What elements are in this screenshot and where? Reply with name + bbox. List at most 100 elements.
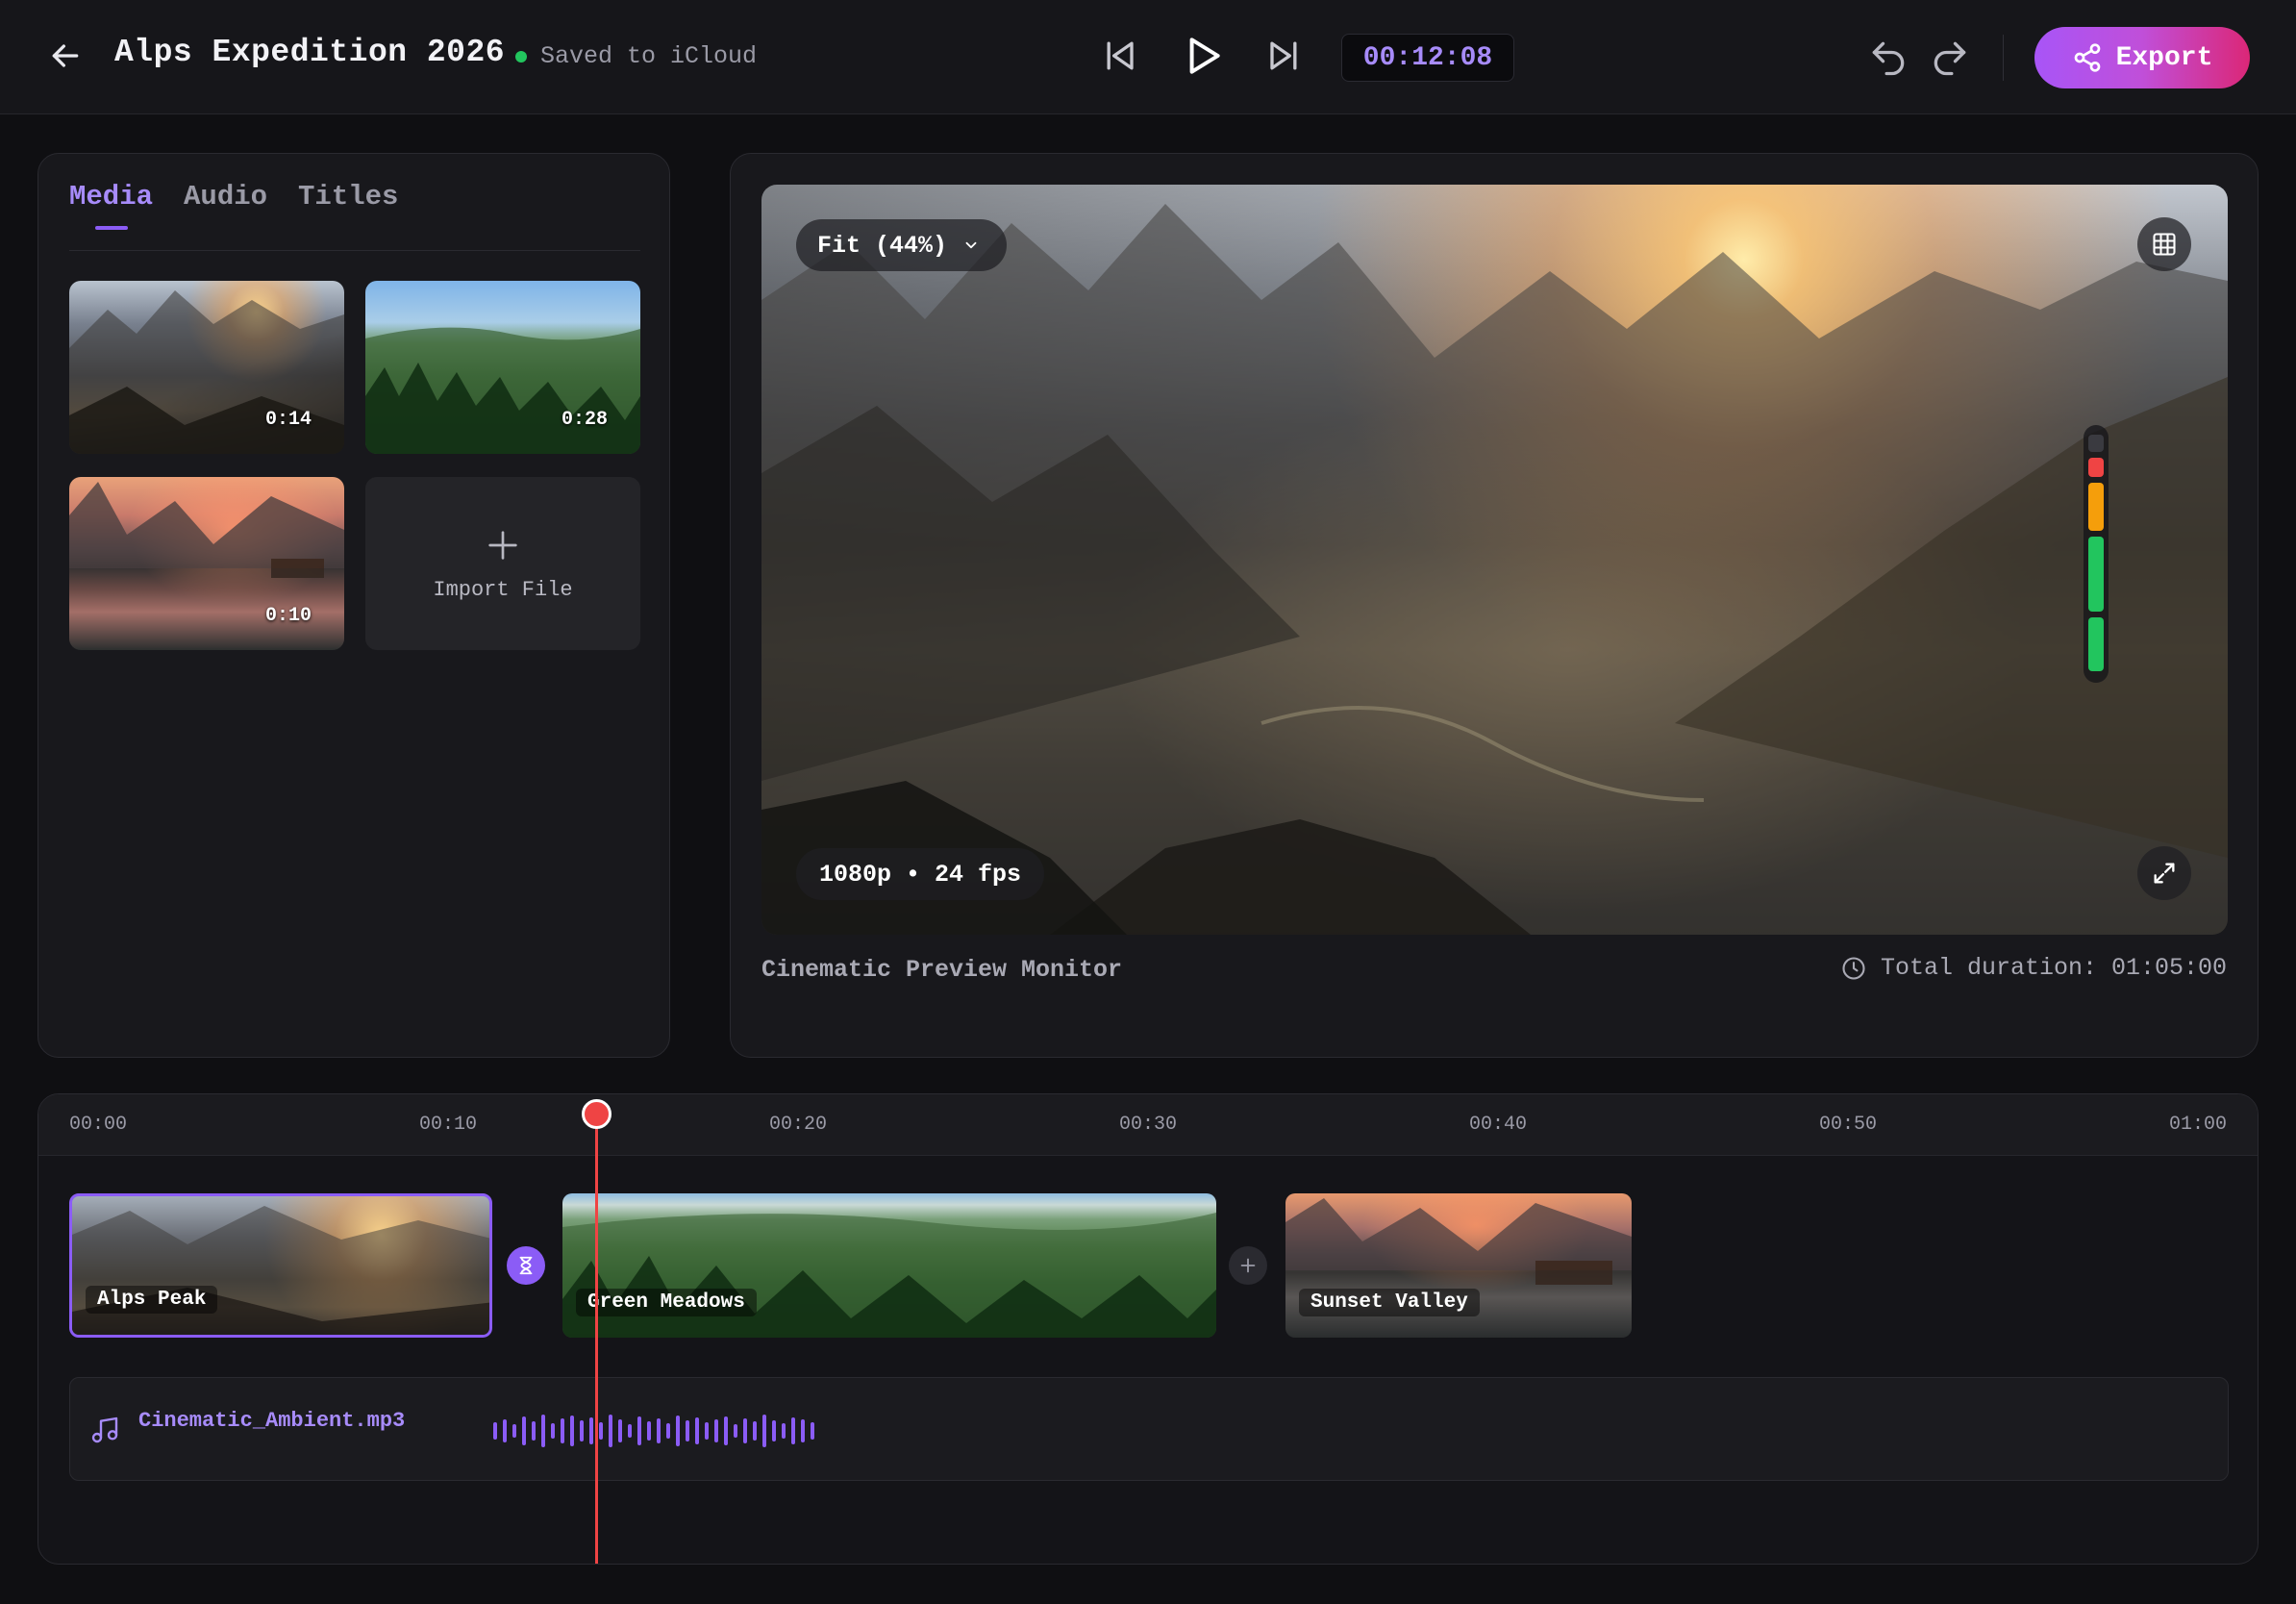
clip-label: Sunset Valley [1299, 1289, 1480, 1316]
waveform-bar [791, 1417, 795, 1444]
transition-button[interactable] [507, 1246, 545, 1285]
waveform-bar [493, 1422, 497, 1440]
playhead-line [595, 1115, 598, 1564]
video-clip-green-meadows[interactable]: Green Meadows [562, 1193, 1216, 1338]
add-transition-button[interactable] [1229, 1246, 1267, 1285]
waveform-bar [503, 1419, 507, 1442]
saved-indicator-dot [515, 50, 527, 63]
save-status-text: Saved to iCloud [540, 42, 758, 70]
back-button[interactable] [46, 37, 85, 75]
waveform-bar [580, 1420, 584, 1441]
import-file-button[interactable]: Import File [365, 477, 640, 650]
export-button[interactable]: Export [2034, 27, 2250, 88]
resolution-label: 1080p • 24 fps [819, 860, 1022, 889]
waveform-bar [676, 1416, 680, 1446]
waveform-bar [714, 1419, 718, 1442]
audio-file-name: Cinematic_Ambient.mp3 [138, 1409, 406, 1433]
zoom-fit-dropdown[interactable]: Fit (44%) [796, 219, 1008, 271]
waveform-bar [705, 1422, 709, 1440]
playhead-handle[interactable] [582, 1099, 611, 1129]
waveform-bar [724, 1416, 728, 1445]
preview-panel: Fit (44%) 1080p • 24 fps Cinematic Previ [730, 153, 2259, 1058]
waveform-bar [618, 1419, 622, 1442]
media-item-alps-peak[interactable]: 0:14 [69, 281, 344, 454]
total-duration-text: Total duration: 01:05:00 [1880, 954, 2227, 982]
waveform-bar [589, 1417, 593, 1444]
waveform-bar [532, 1421, 536, 1441]
waveform-bar [762, 1415, 766, 1447]
waveform-bar [570, 1416, 574, 1446]
play-button[interactable] [1177, 29, 1227, 83]
timecode-display: 00:12:08 [1341, 34, 1514, 82]
fullscreen-button[interactable] [2137, 846, 2191, 900]
media-item-sunset-valley[interactable]: 0:10 [69, 477, 344, 650]
arrow-left-icon [52, 44, 79, 67]
save-status: Saved to iCloud [515, 42, 757, 70]
waveform-bar [512, 1424, 516, 1438]
waveform-bar [753, 1421, 757, 1441]
library-tabs: Media Audio Titles [69, 181, 398, 230]
top-bar: Alps Expedition 2026 Saved to iCloud 00:… [0, 0, 2296, 114]
skip-forward-button[interactable] [1258, 29, 1308, 83]
meter-segment [2088, 483, 2104, 531]
plus-icon [1240, 1258, 1256, 1273]
video-clip-alps-peak[interactable]: Alps Peak [69, 1193, 492, 1338]
waveform-bar [801, 1419, 805, 1442]
waveform-bar [541, 1415, 545, 1447]
skip-back-button[interactable] [1096, 29, 1146, 83]
ruler-tick: 00:50 [1819, 1114, 1878, 1136]
resolution-badge: 1080p • 24 fps [796, 848, 1045, 900]
meter-segment [2088, 617, 2104, 671]
header-divider [2003, 35, 2004, 81]
tab-titles[interactable]: Titles [298, 181, 398, 230]
waveform-bar [609, 1415, 612, 1447]
preview-monitor: Fit (44%) 1080p • 24 fps [761, 185, 2228, 935]
music-note-icon [91, 1416, 118, 1443]
tab-audio[interactable]: Audio [184, 181, 267, 230]
clock-icon [1842, 956, 1865, 980]
video-clip-sunset-valley[interactable]: Sunset Valley [1285, 1193, 1632, 1338]
grid-overlay-button[interactable] [2137, 217, 2191, 271]
waveform-bar [599, 1422, 603, 1440]
waveform-bar [686, 1420, 689, 1441]
waveform-bar [561, 1418, 564, 1443]
audio-waveform [493, 1415, 814, 1447]
waveform-bar [811, 1422, 814, 1440]
ruler-tick: 00:40 [1469, 1114, 1528, 1136]
waveform-bar [551, 1423, 555, 1439]
undo-button[interactable] [1867, 37, 1909, 79]
ruler-tick: 00:20 [769, 1114, 828, 1136]
skip-back-icon [1107, 41, 1134, 70]
media-duration: 0:14 [264, 409, 312, 431]
waveform-bar [647, 1421, 651, 1441]
waveform-bar [734, 1424, 737, 1438]
zoom-fit-label: Fit (44%) [817, 231, 948, 260]
ruler-tick: 00:30 [1119, 1114, 1178, 1136]
waveform-bar [743, 1418, 747, 1443]
waveform-bar [695, 1417, 699, 1444]
media-item-green-meadows[interactable]: 0:28 [365, 281, 640, 454]
media-duration: 0:28 [561, 409, 608, 431]
play-icon [1189, 38, 1220, 74]
expand-icon [2154, 863, 2175, 884]
ruler-tick: 00:00 [69, 1114, 128, 1136]
skip-forward-icon [1270, 41, 1297, 70]
timeline-panel: 00:00 00:10 00:20 00:30 00:40 00:50 01:0… [37, 1093, 2259, 1565]
ruler-tick: 01:00 [2169, 1114, 2228, 1136]
meter-segment [2088, 435, 2104, 452]
waveform-bar [782, 1423, 786, 1439]
import-file-label: Import File [433, 577, 573, 602]
meter-segment [2088, 537, 2104, 612]
tab-media[interactable]: Media [69, 181, 153, 230]
monitor-caption: Cinematic Preview Monitor [761, 956, 1123, 984]
export-label: Export [2115, 42, 2213, 73]
chevron-down-icon [965, 241, 977, 249]
grid-icon [2153, 233, 2176, 256]
time-ruler[interactable]: 00:00 00:10 00:20 00:30 00:40 00:50 01:0… [38, 1094, 2258, 1156]
waveform-bar [657, 1418, 661, 1443]
audio-track[interactable]: Cinematic_Ambient.mp3 [69, 1377, 2229, 1481]
clip-thumbnail-art [72, 1206, 489, 1335]
waveform-bar [628, 1424, 632, 1438]
tabs-divider [69, 250, 640, 251]
redo-button[interactable] [1929, 37, 1971, 79]
